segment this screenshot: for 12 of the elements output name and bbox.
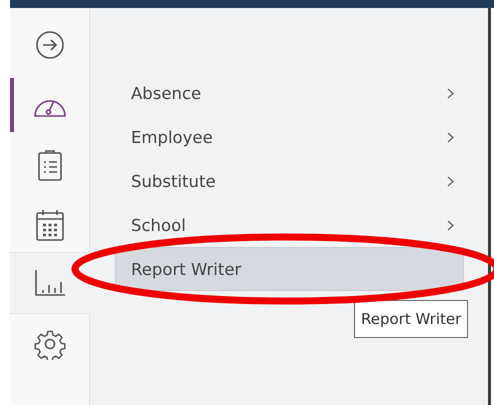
bar-chart-icon (34, 269, 66, 297)
menu-item[interactable]: Report Writer (115, 247, 464, 291)
settings-icon (34, 328, 66, 360)
tooltip: Report Writer (354, 300, 468, 338)
clipboard-icon (36, 149, 62, 181)
arrow-circle-icon (34, 30, 64, 60)
menu-item[interactable]: School (115, 203, 464, 247)
menu-item[interactable]: Employee (115, 115, 464, 159)
menu-item[interactable]: Substitute (115, 159, 464, 203)
sidebar-item[interactable] (10, 252, 90, 314)
calendar-icon (34, 209, 64, 241)
menu-item[interactable]: Absence (115, 71, 464, 115)
